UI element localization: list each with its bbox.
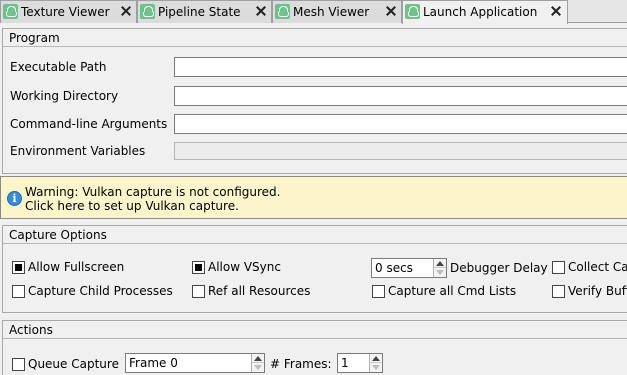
mesh-viewer-icon (275, 4, 290, 19)
capture-options-group: Capture Options Allow Fullscreen Allow V… (2, 225, 627, 313)
warning-setup-link[interactable]: Click here to set up Vulkan capture. (25, 199, 280, 213)
allow-fullscreen-label[interactable]: Allow Fullscreen (28, 260, 124, 274)
spin-divider (434, 267, 446, 268)
frame-number-value[interactable]: Frame 0 (129, 356, 178, 370)
info-icon: i (7, 191, 22, 206)
spin-divider (370, 362, 382, 363)
actions-group: Actions Queue Capture Frame 0 # Frames: … (2, 320, 627, 375)
tab-mesh-viewer[interactable]: Mesh Viewer (272, 0, 402, 23)
tab-bar: Texture Viewer Pipeline State Mesh Viewe… (0, 0, 627, 24)
working-directory-label: Working Directory (10, 89, 119, 103)
spin-down-icon[interactable] (372, 365, 380, 370)
spin-up-icon[interactable] (372, 356, 380, 361)
verify-buffer-label[interactable]: Verify Buff (568, 284, 627, 298)
executable-path-label: Executable Path (10, 60, 107, 74)
tab-label: Launch Application (423, 5, 538, 19)
collect-callstacks-label[interactable]: Collect Ca (568, 260, 627, 274)
spin-down-icon[interactable] (436, 270, 444, 275)
num-frames-spinbox[interactable]: 1 (337, 353, 383, 373)
environment-variables-label: Environment Variables (10, 144, 146, 158)
texture-viewer-icon (3, 4, 18, 19)
spin-buttons[interactable] (433, 259, 446, 277)
tab-texture-viewer[interactable]: Texture Viewer (0, 0, 137, 23)
group-title: Capture Options (9, 228, 107, 242)
capture-all-cmd-lists-checkbox[interactable] (372, 285, 385, 298)
capture-child-processes-label[interactable]: Capture Child Processes (28, 284, 173, 298)
num-frames-value[interactable]: 1 (341, 356, 349, 370)
launch-application-icon (405, 4, 420, 19)
close-icon[interactable] (551, 6, 561, 16)
pipeline-state-icon (140, 4, 155, 19)
group-title: Program (9, 31, 60, 45)
ref-all-resources-label[interactable]: Ref all Resources (208, 284, 310, 298)
actions-group-header: Actions (3, 321, 627, 339)
debugger-delay-spinbox[interactable]: 0 secs (371, 258, 447, 278)
command-line-arguments-label: Command-line Arguments (10, 117, 168, 131)
capture-all-cmd-lists-label[interactable]: Capture all Cmd Lists (388, 284, 516, 298)
spin-up-icon[interactable] (436, 261, 444, 266)
capture-child-processes-checkbox[interactable] (12, 285, 25, 298)
debugger-delay-value[interactable]: 0 secs (375, 261, 413, 275)
capture-options-group-header: Capture Options (3, 226, 627, 244)
vulkan-warning-banner[interactable]: i Warning: Vulkan capture is not configu… (0, 176, 627, 219)
environment-variables-field[interactable] (174, 142, 627, 160)
debugger-delay-label: Debugger Delay (450, 261, 548, 275)
ref-all-resources-checkbox[interactable] (192, 285, 205, 298)
verify-buffer-checkbox[interactable] (552, 285, 565, 298)
tab-label: Mesh Viewer (293, 5, 370, 19)
allow-vsync-label[interactable]: Allow VSync (208, 260, 281, 274)
queue-capture-label[interactable]: Queue Capture (28, 357, 119, 371)
spin-down-icon[interactable] (254, 365, 262, 370)
collect-callstacks-checkbox[interactable] (552, 261, 565, 274)
tab-launch-application[interactable]: Launch Application (402, 0, 568, 24)
group-title: Actions (9, 323, 53, 337)
command-line-arguments-field[interactable] (174, 114, 627, 134)
allow-vsync-checkbox[interactable] (192, 261, 205, 274)
spin-up-icon[interactable] (254, 356, 262, 361)
working-directory-field[interactable] (174, 86, 627, 106)
tab-label: Pipeline State (158, 5, 241, 19)
spin-buttons[interactable] (251, 354, 264, 372)
warning-text[interactable]: Warning: Vulkan capture is not configure… (25, 185, 280, 213)
executable-path-field[interactable] (174, 57, 627, 77)
frames-label: # Frames: (270, 357, 332, 371)
tab-label: Texture Viewer (21, 5, 110, 19)
allow-fullscreen-checkbox[interactable] (12, 261, 25, 274)
spin-buttons[interactable] (369, 354, 382, 372)
close-icon[interactable] (121, 6, 131, 16)
frame-number-spinbox[interactable]: Frame 0 (125, 353, 265, 373)
program-group: Program Executable Path Working Director… (2, 28, 627, 174)
warning-message: Warning: Vulkan capture is not configure… (25, 185, 281, 199)
program-group-header: Program (3, 29, 627, 47)
close-icon[interactable] (256, 6, 266, 16)
tab-pipeline-state[interactable]: Pipeline State (137, 0, 272, 23)
spin-divider (252, 362, 264, 363)
queue-capture-checkbox[interactable] (12, 358, 25, 371)
close-icon[interactable] (386, 6, 396, 16)
